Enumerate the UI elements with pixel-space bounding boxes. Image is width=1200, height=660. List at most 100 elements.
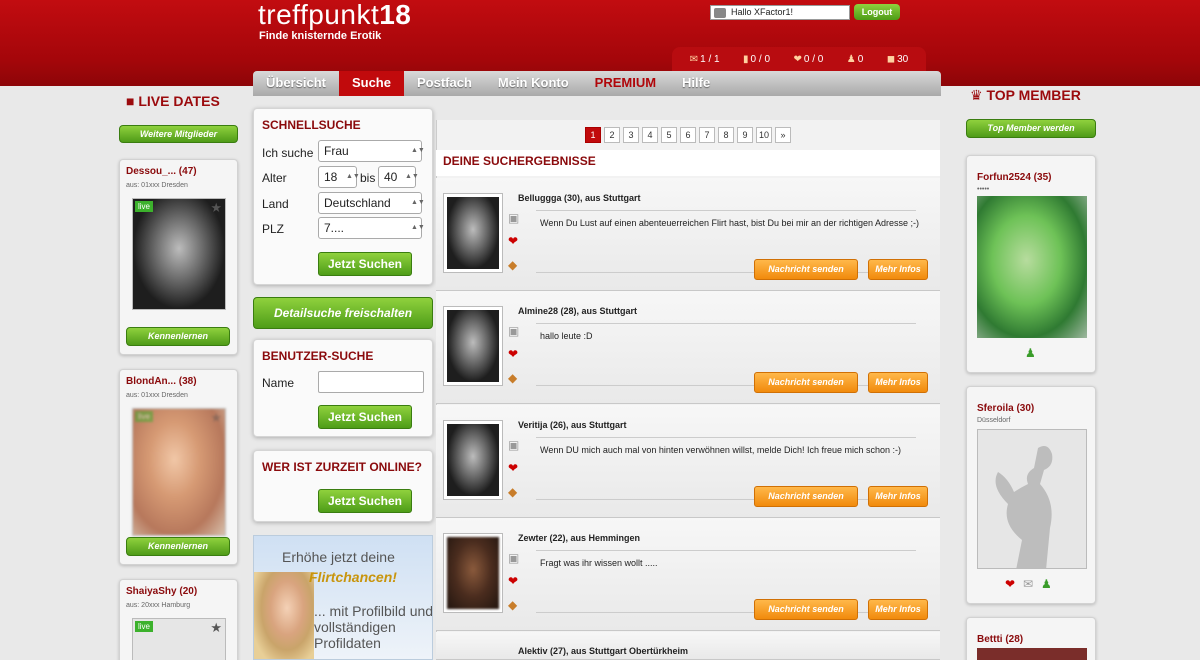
result-name[interactable]: Almine28 (28), aus Stuttgart bbox=[518, 306, 637, 316]
site-logo[interactable]: treffpunkt18 bbox=[258, 0, 411, 30]
result-name[interactable]: Alektiv (27), aus Stuttgart Obertürkheim bbox=[518, 646, 688, 656]
member-photo[interactable]: live ★ bbox=[132, 198, 226, 310]
page-link[interactable]: 10 bbox=[756, 127, 772, 143]
top-member-card[interactable]: Forfun2524 (35) ••••• ♟ bbox=[966, 155, 1096, 373]
page-link[interactable]: 2 bbox=[604, 127, 620, 143]
stat-mail[interactable]: ✉ 1 / 1 bbox=[690, 54, 720, 65]
member-name[interactable]: BlondAn... (38) bbox=[126, 376, 197, 387]
greeting-text: Hallo XFactor1! bbox=[731, 7, 794, 17]
result-row: Veritija (26), aus Stuttgart Wenn DU mic… bbox=[436, 405, 940, 518]
more-members-button[interactable]: Weitere Mitglieder bbox=[119, 125, 238, 143]
live-member-card[interactable]: Dessou_... (47) aus: 01xxx Dresden live … bbox=[119, 159, 238, 355]
page-link[interactable]: 5 bbox=[661, 127, 677, 143]
add-friend-icon[interactable]: ▣ bbox=[508, 438, 519, 452]
top-member-card[interactable]: Bettti (28) bbox=[966, 617, 1096, 660]
online-search-submit[interactable]: Jetzt Suchen bbox=[318, 489, 412, 513]
page-link[interactable]: 1 bbox=[585, 127, 601, 143]
silhouette-icon bbox=[995, 446, 1053, 568]
detail-search-unlock-button[interactable]: Detailsuche freischalten bbox=[253, 297, 433, 329]
add-friend-icon[interactable]: ▣ bbox=[508, 551, 519, 565]
promo-banner[interactable]: Erhöhe jetzt deine Flirtchancen! ... mit… bbox=[253, 535, 433, 660]
tab-help[interactable]: Hilfe bbox=[669, 71, 723, 96]
tab-inbox[interactable]: Postfach bbox=[404, 71, 485, 96]
gift-icon[interactable]: ◆ bbox=[508, 258, 517, 272]
gift-icon[interactable]: ◆ bbox=[508, 598, 517, 612]
next-page-link[interactable]: » bbox=[775, 127, 791, 143]
live-member-card[interactable]: ShaiyaShy (20) aus: 20xxx Hamburg live ★ bbox=[119, 579, 238, 660]
top-member-card[interactable]: Sferoila (30) Düsseldorf ❤ ✉ ♟ bbox=[966, 386, 1096, 604]
stat-kisses[interactable]: ❤ 0 / 0 bbox=[793, 54, 823, 65]
gift-icon[interactable]: ◆ bbox=[508, 485, 517, 499]
page-link[interactable]: 6 bbox=[680, 127, 696, 143]
kiss-icon[interactable]: ❤ bbox=[508, 347, 518, 361]
member-photo[interactable]: live ★ bbox=[132, 408, 226, 536]
member-photo[interactable]: live ★ bbox=[132, 618, 226, 660]
page-link[interactable]: 4 bbox=[642, 127, 658, 143]
country-select[interactable]: Deutschland ▲▼ bbox=[318, 192, 425, 214]
page-link[interactable]: 8 bbox=[718, 127, 734, 143]
member-name[interactable]: Sferoila (30) bbox=[977, 403, 1034, 414]
result-name[interactable]: Belluggga (30), aus Stuttgart bbox=[518, 193, 641, 203]
zip-label: PLZ bbox=[262, 222, 285, 236]
more-info-button[interactable]: Mehr Infos bbox=[868, 259, 928, 280]
star-icon[interactable]: ★ bbox=[210, 200, 222, 216]
quick-search-submit[interactable]: Jetzt Suchen bbox=[318, 252, 412, 276]
friend-icon: ♟ bbox=[846, 53, 856, 65]
kiss-icon[interactable]: ❤ bbox=[508, 234, 518, 248]
coins-icon: ◼ bbox=[886, 53, 896, 65]
result-photo[interactable] bbox=[443, 533, 503, 613]
logout-button[interactable]: Logout bbox=[854, 4, 900, 20]
member-name[interactable]: Forfun2524 (35) bbox=[977, 172, 1051, 183]
member-name[interactable]: Dessou_... (47) bbox=[126, 166, 197, 177]
result-name[interactable]: Veritija (26), aus Stuttgart bbox=[518, 420, 627, 430]
mail-icon[interactable]: ✉ bbox=[1023, 577, 1033, 591]
add-friend-icon[interactable]: ▣ bbox=[508, 211, 519, 225]
kiss-icon[interactable]: ❤ bbox=[1005, 577, 1015, 591]
name-input[interactable] bbox=[318, 371, 424, 393]
star-icon[interactable]: ★ bbox=[210, 410, 222, 426]
age-from-select[interactable]: 18 ▲▼ bbox=[318, 166, 360, 188]
send-message-button[interactable]: Nachricht senden bbox=[754, 486, 858, 507]
more-info-button[interactable]: Mehr Infos bbox=[868, 372, 928, 393]
logo-text: treffpunkt bbox=[258, 0, 380, 30]
stat-gifts[interactable]: ▮ 0 / 0 bbox=[743, 54, 770, 65]
send-message-button[interactable]: Nachricht senden bbox=[754, 259, 858, 280]
looking-for-select[interactable]: Frau ▲▼ bbox=[318, 140, 425, 162]
more-info-button[interactable]: Mehr Infos bbox=[868, 486, 928, 507]
become-top-member-button[interactable]: Top Member werden bbox=[966, 119, 1096, 138]
add-friend-icon[interactable]: ♟ bbox=[1025, 346, 1036, 360]
tab-search[interactable]: Suche bbox=[338, 71, 404, 96]
stat-coins[interactable]: ◼ 30 bbox=[887, 54, 908, 65]
meet-button[interactable]: Kennenlernen bbox=[126, 537, 230, 556]
send-message-button[interactable]: Nachricht senden bbox=[754, 599, 858, 620]
tab-premium[interactable]: PREMIUM bbox=[582, 71, 669, 96]
more-info-button[interactable]: Mehr Infos bbox=[868, 599, 928, 620]
member-photo[interactable] bbox=[977, 648, 1087, 660]
result-photo[interactable] bbox=[443, 306, 503, 386]
meet-button[interactable]: Kennenlernen bbox=[126, 327, 230, 346]
page-link[interactable]: 9 bbox=[737, 127, 753, 143]
star-icon[interactable]: ★ bbox=[210, 620, 222, 636]
page-link[interactable]: 3 bbox=[623, 127, 639, 143]
member-name[interactable]: ShaiyaShy (20) bbox=[126, 586, 197, 597]
stat-friends[interactable]: ♟ 0 bbox=[847, 54, 864, 65]
member-name[interactable]: Bettti (28) bbox=[977, 634, 1023, 645]
result-photo[interactable] bbox=[443, 420, 503, 500]
live-member-card[interactable]: BlondAn... (38) aus: 01xxx Dresden live … bbox=[119, 369, 238, 565]
member-photo[interactable] bbox=[977, 196, 1087, 338]
kiss-icon[interactable]: ❤ bbox=[508, 461, 518, 475]
send-message-button[interactable]: Nachricht senden bbox=[754, 372, 858, 393]
user-search-submit[interactable]: Jetzt Suchen bbox=[318, 405, 412, 429]
age-to-select[interactable]: 40 ▲▼ bbox=[378, 166, 419, 188]
kiss-icon[interactable]: ❤ bbox=[508, 574, 518, 588]
result-name[interactable]: Zewter (22), aus Hemmingen bbox=[518, 533, 640, 543]
add-friend-icon[interactable]: ▣ bbox=[508, 324, 519, 338]
tab-my-account[interactable]: Mein Konto bbox=[485, 71, 582, 96]
result-photo[interactable] bbox=[443, 193, 503, 273]
zip-select[interactable]: 7.... ▲▼ bbox=[318, 217, 425, 239]
add-friend-icon[interactable]: ♟ bbox=[1041, 577, 1052, 591]
page-link[interactable]: 7 bbox=[699, 127, 715, 143]
gift-icon[interactable]: ◆ bbox=[508, 371, 517, 385]
tab-overview[interactable]: Übersicht bbox=[253, 71, 339, 96]
member-photo[interactable] bbox=[977, 429, 1087, 569]
